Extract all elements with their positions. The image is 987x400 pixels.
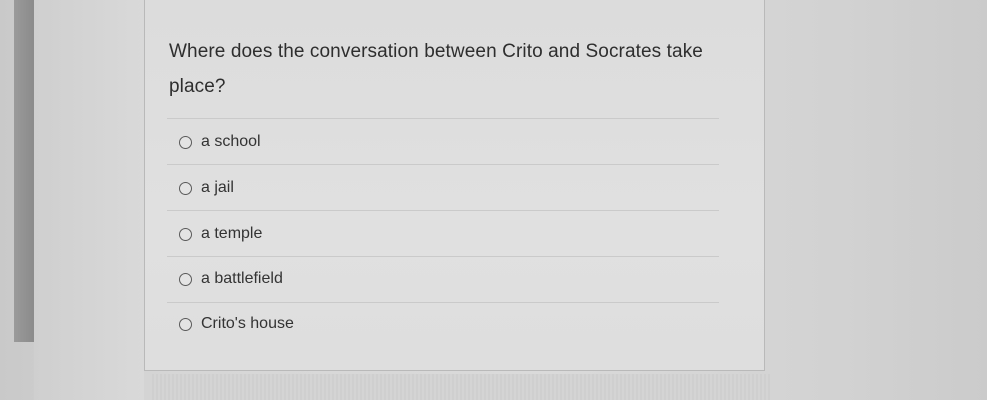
option-divider	[167, 164, 719, 165]
option-a-school[interactable]: a school	[145, 118, 741, 164]
option-a-temple[interactable]: a temple	[145, 210, 741, 256]
option-a-jail[interactable]: a jail	[145, 164, 741, 210]
option-divider	[167, 210, 719, 211]
option-label: a school	[201, 133, 261, 150]
option-divider	[167, 118, 719, 119]
radio-button[interactable]	[179, 228, 192, 241]
radio-button[interactable]	[179, 318, 192, 331]
option-divider	[167, 256, 719, 257]
option-critos-house[interactable]: Crito's house	[145, 302, 741, 348]
left-panel	[34, 0, 144, 400]
option-label: a jail	[201, 179, 234, 196]
radio-button[interactable]	[179, 273, 192, 286]
radio-button[interactable]	[179, 136, 192, 149]
left-scroll-edge	[14, 0, 34, 342]
option-label: Crito's house	[201, 315, 294, 332]
question-text: Where does the conversation between Crit…	[169, 41, 703, 97]
option-divider	[167, 302, 719, 303]
question-card: Where does the conversation between Crit…	[144, 0, 765, 371]
radio-button[interactable]	[179, 182, 192, 195]
option-label: a temple	[201, 225, 263, 242]
bottom-strip	[150, 374, 770, 400]
option-a-battlefield[interactable]: a battlefield	[145, 256, 741, 302]
option-label: a battlefield	[201, 270, 283, 287]
